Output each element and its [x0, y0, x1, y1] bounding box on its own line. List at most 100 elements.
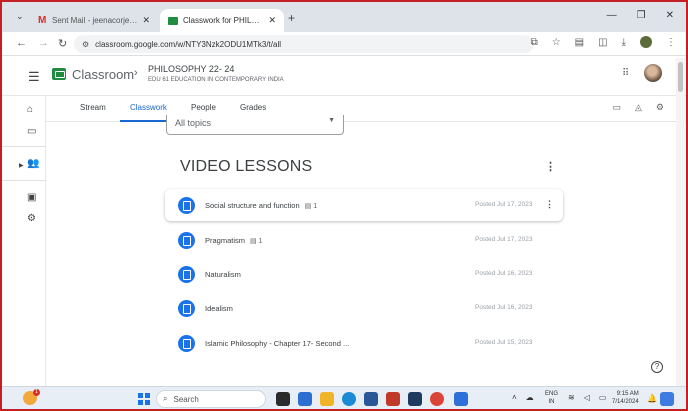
reload-icon[interactable]: ↻ — [58, 37, 67, 50]
tab-grades[interactable]: Grades — [240, 103, 266, 112]
course-title[interactable]: PHILOSOPHY 22- 24 — [148, 64, 234, 74]
chevron-up-icon[interactable]: ˄ — [512, 393, 517, 402]
classwork-item[interactable]: Naturalism Posted Jul 16, 2023 — [165, 258, 563, 290]
mcafee-app-icon[interactable] — [386, 392, 400, 406]
classwork-item[interactable]: Social structure and function ▤ 1 Posted … — [165, 189, 563, 221]
tab-search-icon[interactable]: ⌄ — [16, 11, 24, 22]
battery-icon: ▭ — [598, 393, 607, 402]
window-controls: — ❐ ✕ — [607, 10, 674, 21]
clock-date: 7/14/2024 — [612, 399, 639, 405]
tab-stream[interactable]: Stream — [80, 103, 106, 112]
url-field[interactable]: ⚙ classroom.google.com/w/NTY3Nzk2ODU1MTk… — [74, 35, 534, 53]
wifi-icon: ≋ — [568, 393, 575, 402]
item-title: Pragmatism ▤ 1 — [205, 236, 263, 245]
browser-menu-icon[interactable]: ⋮ — [666, 37, 676, 48]
scrollbar-thumb[interactable] — [678, 62, 683, 92]
close-window-icon[interactable]: ✕ — [666, 10, 674, 21]
side-panel-icon[interactable]: ◫ — [598, 37, 607, 48]
url-text: classroom.google.com/w/NTY3Nzk2ODU1MTk3/… — [95, 39, 282, 49]
windows-start-icon[interactable] — [138, 393, 150, 405]
volume-icon: ◁ — [583, 393, 590, 402]
copilot-icon[interactable] — [660, 392, 674, 406]
item-posted-date: Posted Jul 15, 2023 — [475, 339, 533, 346]
clock[interactable]: 9:15 AM 7/14/2024 — [612, 390, 639, 406]
reading-list-icon[interactable]: ▤ — [575, 37, 584, 48]
tab-classwork[interactable]: Classwork — [130, 103, 167, 112]
back-icon[interactable]: ← — [16, 37, 27, 49]
item-posted-date: Posted Jul 17, 2023 — [475, 201, 533, 208]
page-scrollbar[interactable] — [676, 58, 685, 386]
install-app-icon[interactable]: ⧉ — [531, 37, 538, 48]
settings-icon[interactable]: ⚙ — [27, 213, 36, 224]
course-actions: ▭ ◬ ⚙ — [612, 102, 664, 113]
archived-classes-icon[interactable]: ▣ — [27, 192, 36, 203]
classwork-item[interactable]: Islamic Philosophy - Chapter 17- Second … — [165, 327, 563, 359]
item-posted-date: Posted Jul 16, 2023 — [475, 270, 533, 277]
attachment-icon: ▤ 1 — [304, 203, 318, 210]
taskbar: 1 ⌕ Search ˄ ☁ ENG IN ≋ ◁ ▭ 9:15 AM 7/14… — [2, 386, 686, 409]
widgets-app-icon[interactable] — [298, 392, 312, 406]
close-icon[interactable]: ✕ — [142, 15, 150, 26]
file-explorer-icon[interactable] — [320, 392, 334, 406]
item-posted-date: Posted Jul 16, 2023 — [475, 304, 533, 311]
classroom-logo-icon[interactable] — [52, 68, 66, 80]
edge-browser-icon[interactable] — [342, 392, 356, 406]
settings-icon[interactable]: ⚙ — [656, 102, 664, 113]
browser-tab-gmail[interactable]: M Sent Mail - jeenacorjeo@gmail ✕ — [30, 9, 158, 32]
screenshot-frame: ⌄ M Sent Mail - jeenacorjeo@gmail ✕ Clas… — [0, 0, 688, 411]
drive-folder-icon[interactable]: ◬ — [635, 102, 642, 113]
profile-avatar-icon[interactable] — [640, 36, 652, 48]
item-title: Naturalism — [205, 270, 241, 279]
home-icon[interactable]: ⌂ — [27, 104, 33, 115]
input-language-indicator[interactable]: ENG IN — [545, 390, 558, 406]
dropbox-app-icon[interactable] — [408, 392, 422, 406]
close-icon[interactable]: ✕ — [268, 15, 276, 26]
calendar-icon[interactable]: ▭ — [27, 126, 36, 137]
weather-badge: 1 — [33, 389, 40, 396]
course-subtitle: EDU 61 EDUCATION IN CONTEMPORARY INDIA — [148, 77, 284, 83]
avatar[interactable] — [644, 64, 662, 82]
store-app-icon[interactable] — [364, 392, 378, 406]
assignment-icon — [178, 335, 195, 352]
classwork-item[interactable]: Pragmatism ▤ 1 Posted Jul 17, 2023 — [165, 224, 563, 256]
taskbar-search-input[interactable]: ⌕ Search — [156, 390, 266, 408]
section-more-icon[interactable]: ⋮ — [545, 160, 556, 173]
item-title: Islamic Philosophy - Chapter 17- Second … — [205, 339, 350, 348]
chrome-app-icon[interactable] — [430, 392, 444, 406]
region-code: IN — [548, 399, 555, 405]
download-icon[interactable]: ⤓ — [622, 37, 626, 48]
help-icon[interactable]: ? — [651, 361, 663, 373]
status-icons[interactable]: ≋ ◁ ▭ — [568, 393, 606, 402]
bookmark-star-icon[interactable]: ☆ — [552, 37, 561, 48]
assignment-icon — [178, 266, 195, 283]
topic-filter-select[interactable]: All topics ▼ — [166, 115, 344, 135]
expand-caret-icon[interactable]: ▶ — [19, 162, 24, 169]
task-view-icon[interactable] — [276, 392, 290, 406]
item-title: Social structure and function ▤ 1 — [205, 201, 318, 210]
restore-icon[interactable]: ❐ — [637, 10, 646, 21]
item-more-icon[interactable]: ⋮ — [545, 199, 554, 210]
clock-time: 9:15 AM — [616, 391, 639, 397]
site-info-icon[interactable]: ⚙ — [82, 40, 89, 49]
toolbar-actions: ⧉ ☆ ▤ ◫ ⤓ ⋮ — [531, 36, 676, 48]
google-apps-icon[interactable]: ⠿ — [622, 68, 629, 79]
tab-people[interactable]: People — [191, 103, 216, 112]
classroom-icon — [168, 16, 178, 25]
new-tab-button[interactable]: + — [288, 11, 295, 25]
pinned-app-icon[interactable] — [454, 392, 468, 406]
gmail-icon: M — [38, 15, 47, 26]
forward-icon[interactable]: → — [38, 37, 49, 49]
classwork-item[interactable]: Idealism Posted Jul 16, 2023 — [165, 292, 563, 324]
minimize-icon[interactable]: — — [607, 10, 617, 21]
app-name[interactable]: Classroom — [72, 67, 134, 82]
assignment-icon — [178, 300, 195, 317]
notification-bell-icon[interactable]: 🔔 — [647, 394, 657, 403]
browser-tab-classroom[interactable]: Classwork for PHILOSOPHY 22- ✕ — [160, 9, 284, 32]
cloud-icon[interactable]: ☁ — [526, 393, 534, 402]
enrolled-people-icon[interactable]: 👥 — [27, 158, 39, 169]
course-tabs: Stream Classwork People Grades ▭ ◬ ⚙ — [46, 96, 686, 122]
tab-title: Sent Mail - jeenacorjeo@gmail — [52, 16, 138, 25]
main-menu-icon[interactable]: ☰ — [28, 69, 40, 85]
calendar-icon[interactable]: ▭ — [612, 102, 621, 113]
item-title: Idealism — [205, 304, 233, 313]
